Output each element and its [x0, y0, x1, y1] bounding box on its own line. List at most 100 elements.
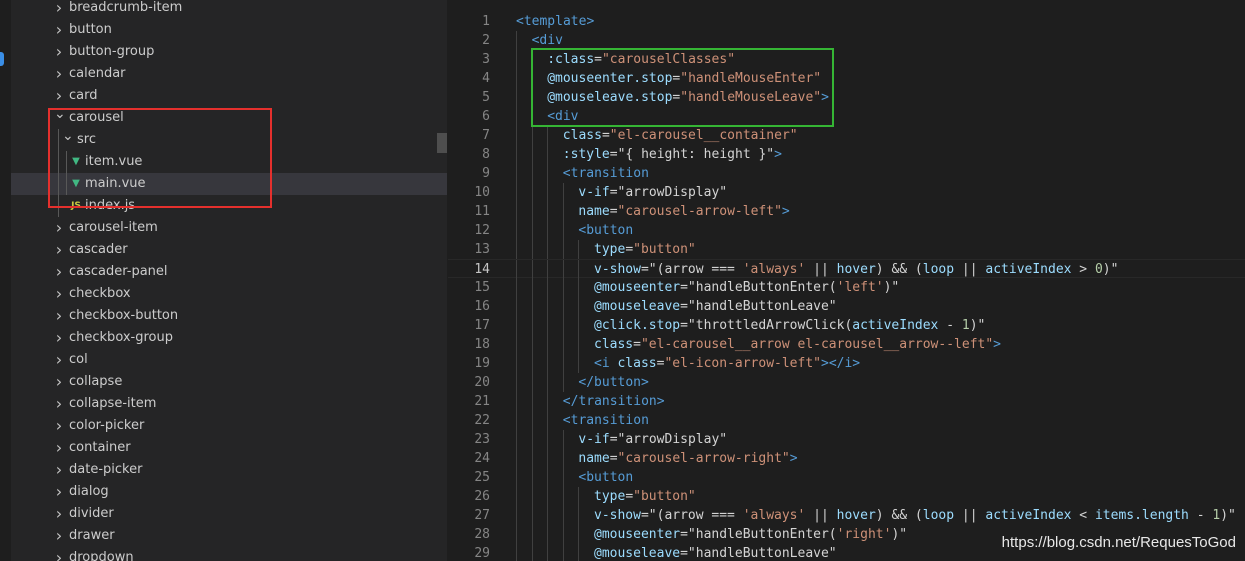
tree-item[interactable]: › divider	[11, 503, 447, 525]
chevron-right-icon[interactable]: ›	[54, 547, 64, 561]
code-line[interactable]: 18 class="el-carousel__arrow el-carousel_…	[448, 335, 1245, 354]
indent-guide	[562, 506, 564, 525]
code-text: :style="{ height: height }">	[562, 147, 782, 162]
tree-item[interactable]: › date-picker	[11, 459, 447, 481]
tree-item[interactable]: ▼ item.vue	[11, 151, 447, 173]
code-line[interactable]: 4 @mouseenter.stop="handleMouseEnter"	[448, 69, 1245, 88]
chevron-right-icon[interactable]: ›	[54, 525, 64, 547]
code-line[interactable]: 3:class="carouselClasses"	[448, 50, 1245, 69]
tree-item[interactable]: ▼ main.vue	[11, 173, 447, 195]
chevron-right-icon[interactable]: ›	[54, 459, 64, 481]
code-line[interactable]: 19 <i class="el-icon-arrow-left"></i>	[448, 354, 1245, 373]
tree-item-label: dialog	[69, 484, 109, 499]
code-line[interactable]: 9 <transition	[448, 164, 1245, 183]
code-text: @mouseleave.stop="handleMouseLeave">	[547, 90, 829, 105]
indent-guide	[547, 354, 549, 373]
code-line[interactable]: 1 <template>	[448, 12, 1245, 31]
chevron-right-icon[interactable]: ›	[54, 41, 64, 63]
chevron-right-icon[interactable]: ›	[54, 327, 64, 349]
chevron-right-icon[interactable]: ›	[54, 261, 64, 283]
indent-guide	[516, 392, 517, 411]
code-line[interactable]: 25 <button	[448, 468, 1245, 487]
code-line[interactable]: 11 name="carousel-arrow-left">	[448, 202, 1245, 221]
tree-item[interactable]: ⌄ carousel	[11, 106, 447, 129]
tree-item[interactable]: › container	[11, 437, 447, 459]
tree-item[interactable]: › dropdown	[11, 547, 447, 561]
tree-item-label: container	[69, 440, 131, 455]
chevron-right-icon[interactable]: ›	[54, 0, 64, 19]
indent-guide	[578, 525, 580, 544]
code-line[interactable]: 17 @click.stop="throttledArrowClick(activ…	[448, 316, 1245, 335]
chevron-right-icon[interactable]: ›	[54, 283, 64, 305]
code-line[interactable]: 7 class="el-carousel__container"	[448, 126, 1245, 145]
chevron-right-icon[interactable]: ›	[54, 393, 64, 415]
tree-item[interactable]: › cascader-panel	[11, 261, 447, 283]
chevron-right-icon[interactable]: ›	[54, 19, 64, 41]
chevron-right-icon[interactable]: ›	[54, 349, 64, 371]
code-text: @mouseenter="handleButtonEnter('right')"	[594, 527, 908, 542]
chevron-right-icon[interactable]: ›	[54, 63, 64, 85]
tree-item[interactable]: › color-picker	[11, 415, 447, 437]
code-line[interactable]: 2 <div	[448, 31, 1245, 50]
tree-item[interactable]: › col	[11, 349, 447, 371]
tree-item[interactable]: › carousel-item	[11, 217, 447, 239]
tree-item[interactable]: JS index.js	[11, 195, 447, 217]
indent-guide	[562, 468, 564, 487]
js-file-icon: JS	[71, 201, 81, 211]
chevron-down-icon[interactable]: ⌄	[62, 125, 74, 147]
indent-guide	[562, 335, 564, 354]
code-line[interactable]: 14 v-show="(arrow === 'always' || hover) …	[448, 259, 1245, 279]
chevron-right-icon[interactable]: ›	[54, 239, 64, 261]
tree-item[interactable]: › cascader	[11, 239, 447, 261]
line-number: 1	[482, 14, 490, 29]
code-line[interactable]: 8:style="{ height: height }">	[448, 145, 1245, 164]
tree-item[interactable]: › drawer	[11, 525, 447, 547]
code-line[interactable]: 16 @mouseleave="handleButtonLeave"	[448, 297, 1245, 316]
indent-guide	[516, 69, 517, 88]
tree-item[interactable]: › checkbox-button	[11, 305, 447, 327]
code-line[interactable]: 22 <transition	[448, 411, 1245, 430]
tree-item[interactable]: › checkbox-group	[11, 327, 447, 349]
chevron-right-icon[interactable]: ›	[54, 437, 64, 459]
chevron-right-icon[interactable]: ›	[54, 415, 64, 437]
chevron-down-icon[interactable]: ⌄	[54, 103, 66, 125]
chevron-right-icon[interactable]: ›	[54, 503, 64, 525]
code-line[interactable]: 12 <button	[448, 221, 1245, 240]
tree-item[interactable]: › breadcrumb-item	[11, 0, 447, 19]
code-text: type="button"	[594, 489, 696, 504]
code-line[interactable]: 10 v-if="arrowDisplay"	[448, 183, 1245, 202]
explorer-scrollbar-thumb[interactable]	[437, 133, 447, 153]
code-line[interactable]: 26 type="button"	[448, 487, 1245, 506]
code-line[interactable]: 6 <div	[448, 107, 1245, 126]
tree-item-label: index.js	[85, 198, 136, 213]
tree-item[interactable]: › collapse	[11, 371, 447, 393]
code-line[interactable]: 23 v-if="arrowDisplay"	[448, 430, 1245, 449]
tree-item[interactable]: › calendar	[11, 63, 447, 85]
vue-file-icon: ▼	[72, 156, 80, 167]
tree-item[interactable]: › button	[11, 19, 447, 41]
chevron-right-icon[interactable]: ›	[54, 305, 64, 327]
indent-guide	[516, 506, 517, 525]
tree-item[interactable]: › card	[11, 85, 447, 107]
code-line[interactable]: 27 v-show="(arrow === 'always' || hover) …	[448, 506, 1245, 525]
tree-item-label: color-picker	[69, 418, 145, 433]
tree-item[interactable]: › checkbox	[11, 283, 447, 305]
code-line[interactable]: 24 name="carousel-arrow-right">	[448, 449, 1245, 468]
chevron-right-icon[interactable]: ›	[54, 481, 64, 503]
tree-item[interactable]: › button-group	[11, 41, 447, 63]
code-line[interactable]: 20 </button>	[448, 373, 1245, 392]
tree-item-label: checkbox-group	[69, 330, 174, 345]
code-line[interactable]: 15 @mouseenter="handleButtonEnter('left')…	[448, 278, 1245, 297]
tree-item[interactable]: › dialog	[11, 481, 447, 503]
chevron-right-icon[interactable]: ›	[54, 371, 64, 393]
code-line[interactable]: 5 @mouseleave.stop="handleMouseLeave">	[448, 88, 1245, 107]
indent-guide	[66, 173, 67, 195]
tree-item[interactable]: › collapse-item	[11, 393, 447, 415]
code-line[interactable]: 13 type="button"	[448, 240, 1245, 259]
code-line[interactable]: 21 </transition>	[448, 392, 1245, 411]
code-editor[interactable]: 1 <template> 2 <div 3:class="carouselClasses…	[448, 0, 1245, 561]
tree-item-label: carousel-item	[69, 220, 158, 235]
indent-guide	[516, 278, 517, 297]
tree-item[interactable]: ⌄ src	[11, 128, 447, 151]
chevron-right-icon[interactable]: ›	[54, 217, 64, 239]
